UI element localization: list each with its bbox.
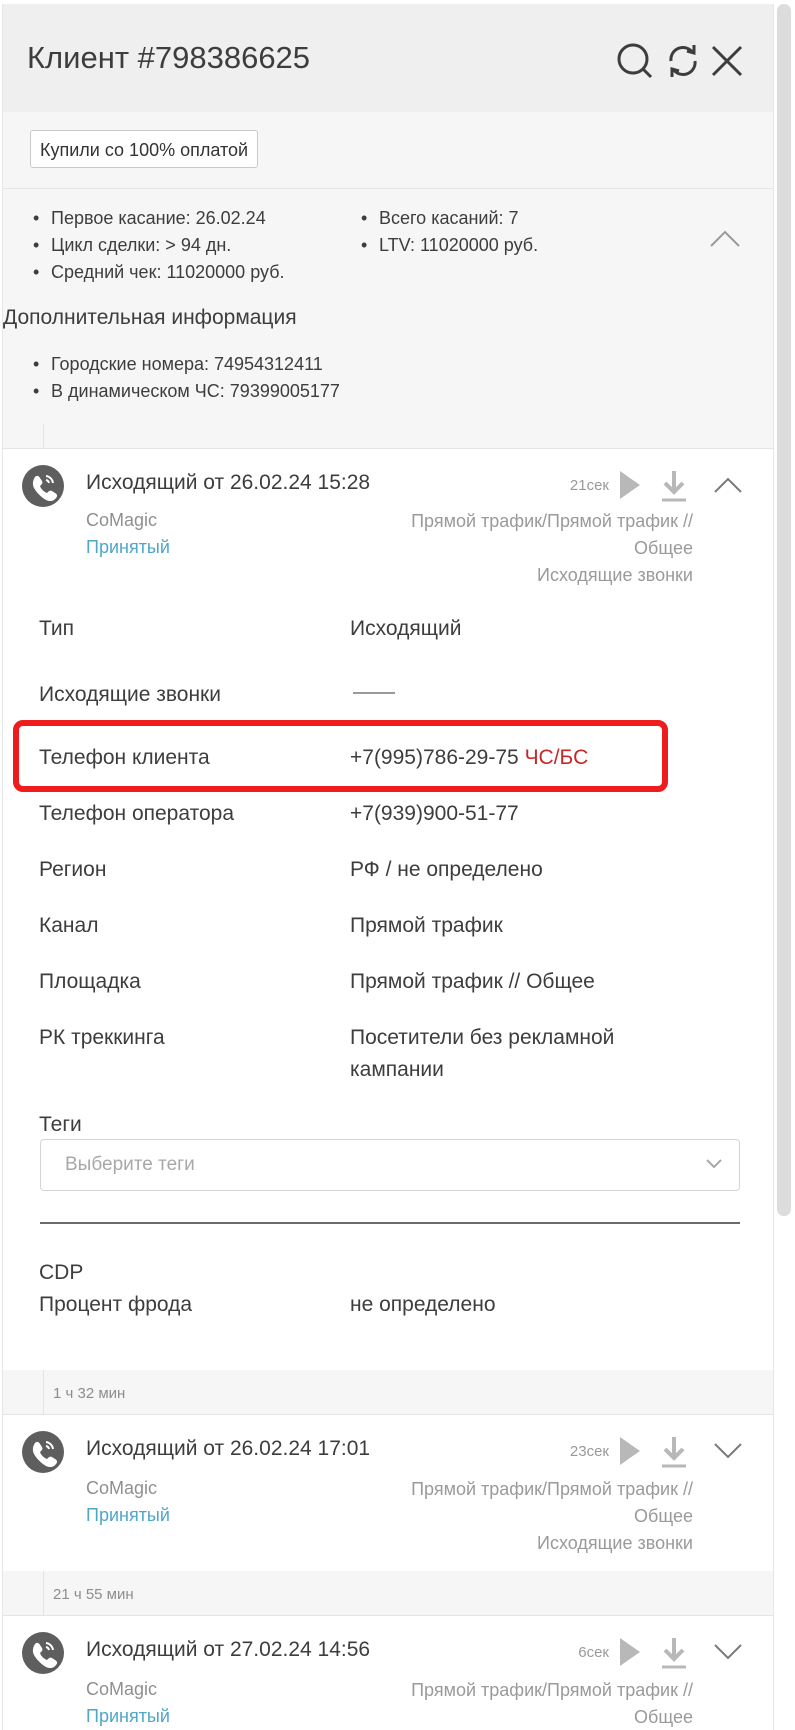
scrollbar-thumb[interactable]: [777, 4, 791, 1216]
call-source: Прямой трафик/Прямой трафик // Общее Исх…: [411, 1476, 693, 1557]
page-title: Клиент #798386625: [27, 40, 311, 75]
summary-item: Первое касание: 26.02.24: [33, 205, 266, 232]
phone-call-icon: [22, 465, 64, 507]
call-title[interactable]: Исходящий от 26.02.24 17:01: [86, 1437, 370, 1461]
chevron-down-icon[interactable]: [713, 1441, 743, 1461]
client-summary: Первое касание: 26.02.24 Цикл сделки: > …: [3, 189, 773, 425]
channel-value: Прямой трафик: [350, 914, 503, 937]
download-icon[interactable]: [659, 1636, 689, 1670]
call-status: Принятый: [86, 1505, 170, 1525]
call-source-line: Исходящие звонки: [537, 1533, 693, 1553]
chevron-up-icon[interactable]: [713, 475, 743, 495]
client-panel: Клиент #798386625 Купили со 100% оплатой…: [2, 4, 774, 1730]
cdp-label: CDP: [39, 1261, 84, 1284]
campaign-value-cont: кампании: [350, 1058, 444, 1081]
summary-item: Всего касаний: 7: [361, 205, 519, 232]
call-provider: CoMagic: [86, 510, 158, 530]
type-label: Тип: [39, 617, 75, 640]
tags-select[interactable]: Выберите теги: [40, 1139, 740, 1191]
chevron-down-icon: [706, 1159, 722, 1169]
additional-item: В динамическом ЧС: 79399005177: [33, 378, 340, 405]
time-gap-label: 21 ч 55 мин: [53, 1586, 134, 1603]
operator-phone-label: Телефон оператора: [39, 802, 234, 825]
download-icon[interactable]: [659, 1435, 689, 1469]
call-duration: 6сек: [578, 1644, 609, 1661]
call-provider: CoMagic: [86, 1679, 158, 1699]
timeline-gap: [3, 424, 773, 449]
tags-placeholder: Выберите теги: [65, 1154, 195, 1175]
deal-tag[interactable]: Купили со 100% оплатой: [30, 130, 259, 168]
highlight-annotation: [13, 720, 668, 792]
region-value: РФ / не определено: [350, 858, 543, 881]
campaign-value: Посетители без рекламной: [350, 1026, 615, 1049]
channel-label: Канал: [39, 914, 99, 937]
panel-header: Клиент #798386625: [3, 4, 773, 112]
divider: [40, 1222, 740, 1224]
call-source: Прямой трафик/Прямой трафик // Общее Исх…: [411, 508, 693, 589]
refresh-icon[interactable]: [663, 41, 703, 81]
site-value: Прямой трафик // Общее: [350, 970, 595, 993]
call-status: Принятый: [86, 1706, 170, 1726]
phone-call-icon: [22, 1431, 64, 1473]
timeline-line: [43, 1571, 44, 1615]
tags-label: Теги: [39, 1113, 82, 1136]
timeline-line: [43, 1370, 44, 1414]
summary-item: Цикл сделки: > 94 дн.: [33, 232, 231, 259]
phone-call-icon: [22, 1632, 64, 1674]
operator-phone-value: +7(939)900-51-77: [350, 802, 519, 825]
call-title[interactable]: Исходящий от 27.02.24 14:56: [86, 1638, 370, 1662]
call-source-line: Общее: [634, 538, 693, 558]
region-label: Регион: [39, 858, 107, 881]
call-title[interactable]: Исходящий от 26.02.24 15:28: [86, 471, 370, 495]
call-source-line: Прямой трафик/Прямой трафик //: [411, 511, 693, 531]
play-icon[interactable]: [620, 1437, 640, 1465]
call-source: Прямой трафик/Прямой трафик // Общее: [411, 1677, 693, 1730]
call-status: Принятый: [86, 537, 170, 557]
call-card: Исходящий от 26.02.24 17:01 23сек CoMagi…: [3, 1415, 773, 1575]
play-icon[interactable]: [620, 471, 640, 499]
fraud-value: не определено: [350, 1293, 496, 1316]
chevron-up-icon[interactable]: [709, 229, 741, 249]
campaign-label: РК треккинга: [39, 1026, 165, 1049]
additional-item: Городские номера: 74954312411: [33, 351, 323, 378]
play-icon[interactable]: [620, 1638, 640, 1666]
search-icon[interactable]: [615, 41, 655, 81]
call-source-line: Прямой трафик/Прямой трафик //: [411, 1479, 693, 1499]
download-icon[interactable]: [659, 469, 689, 503]
call-duration: 21сек: [569, 477, 609, 494]
call-source-line: Общее: [634, 1707, 693, 1727]
call-source-line: Исходящие звонки: [537, 565, 693, 585]
summary-item: Средний чек: 11020000 руб.: [33, 259, 284, 286]
call-source-line: Общее: [634, 1506, 693, 1526]
timeline-line: [43, 424, 44, 448]
tag-bar: Купили со 100% оплатой: [3, 112, 773, 189]
site-label: Площадка: [39, 970, 141, 993]
timeline-gap: 21 ч 55 мин: [3, 1571, 773, 1616]
additional-info-heading: Дополнительная информация: [3, 306, 297, 329]
outgoing-calls-label: Исходящие звонки: [39, 683, 221, 706]
fraud-label: Процент фрода: [39, 1293, 193, 1316]
call-card: Исходящий от 26.02.24 15:28 21сек CoMagi…: [3, 449, 773, 1374]
type-value: Исходящий: [350, 617, 462, 640]
time-gap-label: 1 ч 32 мин: [53, 1385, 126, 1402]
call-source-line: Прямой трафик/Прямой трафик //: [411, 1680, 693, 1700]
call-provider: CoMagic: [86, 1478, 158, 1498]
close-icon[interactable]: [707, 41, 747, 81]
chevron-down-icon[interactable]: [713, 1642, 743, 1662]
call-duration: 23сек: [569, 1443, 609, 1460]
empty-value-dash: [353, 692, 395, 694]
summary-item: LTV: 11020000 руб.: [361, 232, 538, 259]
call-card: Исходящий от 27.02.24 14:56 6сек CoMagic…: [3, 1616, 773, 1730]
timeline-gap: 1 ч 32 мин: [3, 1370, 773, 1415]
